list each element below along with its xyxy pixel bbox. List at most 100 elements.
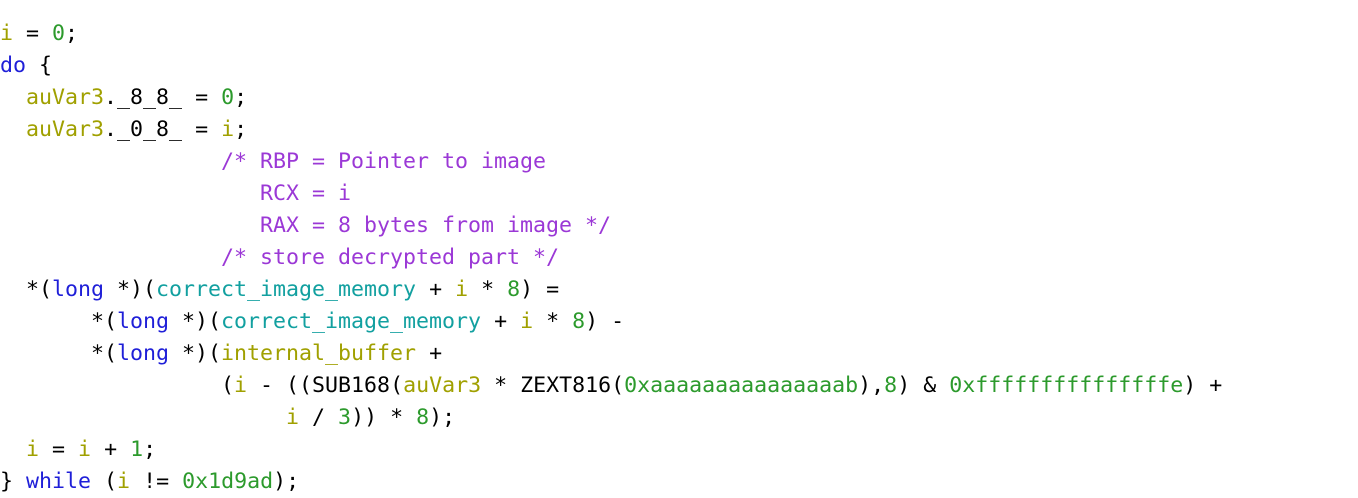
numeric-constant-token[interactable]: 0xfffffffffffffffe xyxy=(949,373,1183,398)
code-text: . xyxy=(104,117,118,142)
code-text: * xyxy=(481,373,521,398)
code-text: != xyxy=(130,469,183,494)
code-line[interactable]: } while (i != 0x1d9ad); xyxy=(0,466,1358,498)
code-text: = xyxy=(13,21,53,46)
code-text: + xyxy=(416,341,443,366)
code-text: - (( xyxy=(247,373,313,398)
numeric-constant-token[interactable]: 0xaaaaaaaaaaaaaaab xyxy=(624,373,858,398)
function-name-token[interactable]: SUB168 xyxy=(312,373,390,398)
local-variable-token[interactable]: internal_buffer xyxy=(221,341,416,366)
local-variable-token[interactable]: auVar3 xyxy=(403,373,481,398)
code-line[interactable]: (i - ((SUB168(auVar3 * ZEXT816(0xaaaaaaa… xyxy=(0,370,1358,402)
global-symbol-token[interactable]: correct_image_memory xyxy=(156,277,416,302)
comment-token: RAX = 8 bytes from image */ xyxy=(260,213,612,238)
numeric-constant-token[interactable]: 8 xyxy=(416,405,429,430)
code-line[interactable]: /* store decrypted part */ xyxy=(0,242,1358,274)
code-text: *)( xyxy=(169,341,222,366)
code-line[interactable]: *(long *)(correct_image_memory + i * 8) … xyxy=(0,274,1358,306)
code-text: } xyxy=(0,469,27,494)
code-text: *)( xyxy=(169,309,222,334)
keyword-token: do xyxy=(0,53,27,78)
local-variable-token[interactable]: i xyxy=(0,21,13,46)
code-text: ( xyxy=(91,469,118,494)
code-text: *( xyxy=(0,341,118,366)
keyword-token: while xyxy=(26,469,92,494)
code-line[interactable]: RCX = i xyxy=(0,178,1358,210)
code-line[interactable]: auVar3._8_8_ = 0; xyxy=(0,82,1358,114)
code-text: ) = xyxy=(520,277,560,302)
local-variable-token[interactable]: i xyxy=(221,117,234,142)
code-line[interactable]: /* RBP = Pointer to image xyxy=(0,146,1358,178)
code-text: + xyxy=(91,437,131,462)
code-text: ( xyxy=(611,373,625,398)
local-variable-token[interactable]: i xyxy=(78,437,91,462)
local-variable-token[interactable]: i xyxy=(117,469,130,494)
code-line[interactable]: *(long *)(correct_image_memory + i * 8) … xyxy=(0,306,1358,338)
code-text: . xyxy=(104,85,118,110)
code-text: ) - xyxy=(585,309,625,334)
local-variable-token[interactable]: auVar3 xyxy=(26,85,104,110)
code-line[interactable]: i = i + 1; xyxy=(0,434,1358,466)
comment-token: RCX = i xyxy=(260,181,352,206)
local-variable-token[interactable]: i xyxy=(455,277,468,302)
local-variable-token[interactable]: i xyxy=(234,373,247,398)
code-line[interactable]: do { xyxy=(0,50,1358,82)
code-text: = xyxy=(39,437,79,462)
numeric-constant-token[interactable]: 3 xyxy=(338,405,351,430)
code-text: _8_8_ xyxy=(117,85,183,110)
code-text: ; xyxy=(234,117,248,142)
code-text: *( xyxy=(0,309,118,334)
type-keyword-token[interactable]: long xyxy=(117,341,169,366)
numeric-constant-token[interactable]: 8 xyxy=(507,277,520,302)
code-text: = xyxy=(182,85,222,110)
global-symbol-token[interactable]: correct_image_memory xyxy=(221,309,481,334)
code-text: ); xyxy=(273,469,300,494)
code-line[interactable]: *(long *)(internal_buffer + xyxy=(0,338,1358,370)
code-text: ) & xyxy=(897,373,950,398)
code-text: + xyxy=(481,309,521,334)
code-text: *( xyxy=(0,277,53,302)
code-line[interactable]: auVar3._0_8_ = i; xyxy=(0,114,1358,146)
code-line[interactable]: i / 3)) * 8); xyxy=(0,402,1358,434)
local-variable-token[interactable]: i xyxy=(286,405,299,430)
code-line[interactable]: i = 0; xyxy=(0,18,1358,50)
code-text: + xyxy=(416,277,456,302)
code-text: *)( xyxy=(104,277,157,302)
comment-token: /* store decrypted part */ xyxy=(221,245,560,270)
type-keyword-token[interactable]: long xyxy=(117,309,169,334)
numeric-constant-token[interactable]: 0x1d9ad xyxy=(182,469,273,494)
code-text: ); xyxy=(429,405,456,430)
numeric-constant-token[interactable]: 0 xyxy=(221,85,234,110)
local-variable-token[interactable]: auVar3 xyxy=(26,117,104,142)
code-text: ( xyxy=(390,373,404,398)
local-variable-token[interactable]: i xyxy=(26,437,39,462)
code-text: ; xyxy=(143,437,157,462)
numeric-constant-token[interactable]: 8 xyxy=(884,373,897,398)
local-variable-token[interactable]: i xyxy=(520,309,533,334)
code-line[interactable]: RAX = 8 bytes from image */ xyxy=(0,210,1358,242)
numeric-constant-token[interactable]: 1 xyxy=(130,437,143,462)
code-text: { xyxy=(26,53,53,78)
code-text: ( xyxy=(0,373,235,398)
code-text: ; xyxy=(234,85,248,110)
decompiler-code-view[interactable]: i = 0; do { auVar3._8_8_ = 0; auVar3._0_8… xyxy=(0,0,1358,498)
code-text: * xyxy=(468,277,508,302)
numeric-constant-token[interactable]: 8 xyxy=(572,309,585,334)
numeric-constant-token[interactable]: 0 xyxy=(52,21,65,46)
code-text: / xyxy=(299,405,339,430)
code-text: * xyxy=(533,309,573,334)
code-text: ; xyxy=(65,21,79,46)
code-text: = xyxy=(182,117,222,142)
code-text: )) * xyxy=(351,405,417,430)
code-text: ), xyxy=(858,373,885,398)
function-name-token[interactable]: ZEXT816 xyxy=(520,373,611,398)
type-keyword-token[interactable]: long xyxy=(52,277,104,302)
code-line[interactable] xyxy=(0,0,1358,18)
